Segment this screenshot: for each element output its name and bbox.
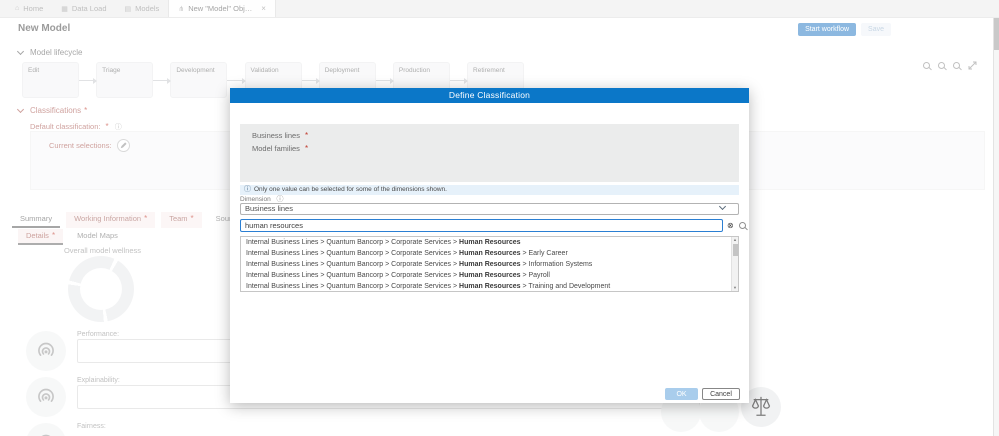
list-item[interactable]: Internal Business Lines > Quantum Bancor…	[241, 270, 738, 281]
info-icon: ⓘ	[276, 196, 284, 203]
clear-icon[interactable]: ⊗	[727, 220, 734, 231]
screen: ⌂ Home ▦ Data Load ▤ Models ⋔ New "Model" Obj… ×…	[0, 0, 999, 436]
info-bar: ⓘ Only one value can be selected for some…	[240, 185, 739, 195]
scroll-down-icon[interactable]: ▼	[732, 285, 738, 291]
list-item[interactable]: Internal Business Lines > Quantum Bancor…	[241, 281, 738, 291]
info-icon: ⓘ	[244, 186, 251, 193]
search-results-list: Internal Business Lines > Quantum Bancor…	[240, 236, 739, 292]
chevron-down-icon	[718, 202, 727, 211]
dimension-select-value: Business lines	[245, 204, 293, 213]
dialog-title: Define Classification	[230, 88, 749, 103]
required-asterisk: *	[305, 144, 309, 153]
scroll-up-icon[interactable]: ▲	[732, 237, 738, 243]
list-item[interactable]: Internal Business Lines > Quantum Bancor…	[241, 259, 738, 270]
cancel-button[interactable]: Cancel	[702, 388, 740, 400]
search-input[interactable]	[240, 219, 723, 232]
define-classification-dialog: Define Classification Business lines * Mo…	[230, 88, 749, 403]
list-scrollbar[interactable]: ▲ ▼	[731, 237, 738, 291]
selected-dimension-model-families: Model families *	[252, 144, 309, 153]
search-icon[interactable]	[739, 222, 746, 229]
ok-button[interactable]: OK	[665, 388, 698, 400]
dimension-select[interactable]: Business lines	[240, 202, 739, 215]
list-item[interactable]: Internal Business Lines > Quantum Bancor…	[241, 248, 738, 259]
scrollbar-thumb[interactable]	[994, 18, 999, 50]
dialog-actions: OK Cancel	[665, 388, 740, 400]
selected-dimensions-panel: Business lines * Model families *	[240, 124, 739, 182]
page-scrollbar[interactable]	[993, 18, 999, 436]
scrollbar-thumb[interactable]	[733, 244, 738, 256]
list-item[interactable]: Internal Business Lines > Quantum Bancor…	[241, 237, 738, 248]
required-asterisk: *	[305, 131, 309, 140]
scales-icon	[750, 395, 772, 419]
selected-dimension-business-lines: Business lines *	[252, 131, 309, 140]
